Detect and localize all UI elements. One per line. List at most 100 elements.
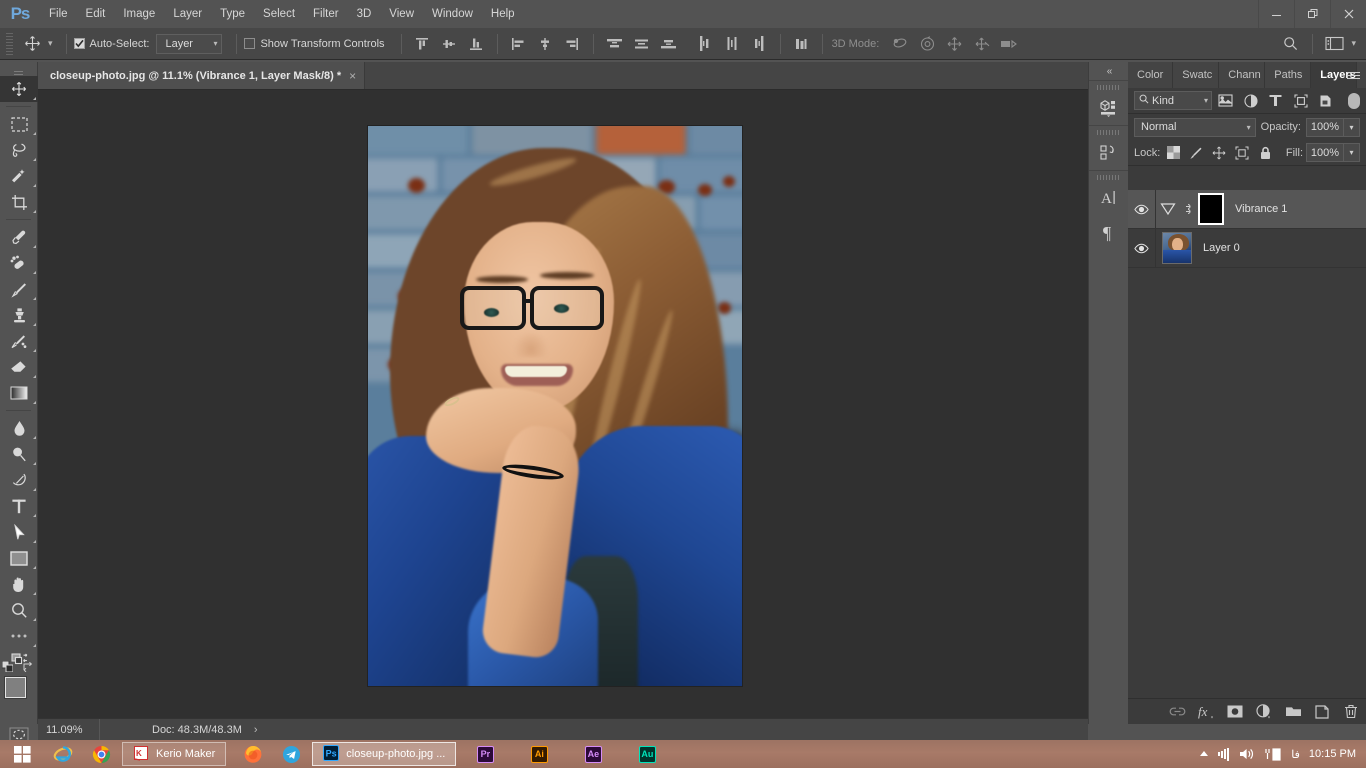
- distribute-top-edges-button[interactable]: [601, 32, 628, 56]
- layer-mask-thumbnail[interactable]: [1198, 193, 1224, 225]
- edit-toolbar-more-button[interactable]: [0, 623, 38, 649]
- dock-grip[interactable]: [1089, 81, 1128, 91]
- battery-icon[interactable]: [1264, 747, 1282, 761]
- quick-selection-tool[interactable]: [0, 163, 38, 189]
- move-tool-icon[interactable]: [18, 32, 46, 56]
- zoom-3d-camera-icon[interactable]: [995, 32, 1022, 56]
- character-panel-icon[interactable]: A: [1089, 181, 1128, 215]
- tab-paths[interactable]: Paths: [1265, 62, 1312, 88]
- opacity-input[interactable]: 100%: [1306, 117, 1344, 137]
- new-group-button[interactable]: [1284, 703, 1302, 721]
- minimize-button[interactable]: [1258, 0, 1294, 28]
- layer-thumbnail-layer-0[interactable]: [1162, 232, 1192, 264]
- distribute-horizontal-centers-button[interactable]: [719, 32, 746, 56]
- align-left-edges-button[interactable]: [505, 32, 532, 56]
- filter-smart-objects-icon[interactable]: [1314, 91, 1337, 111]
- auto-align-layers-button[interactable]: [788, 32, 815, 56]
- network-signal-icon[interactable]: [1218, 747, 1230, 761]
- eyedropper-tool[interactable]: [0, 224, 38, 250]
- fill-input[interactable]: 100%: [1306, 143, 1344, 162]
- add-layer-mask-button[interactable]: [1226, 703, 1244, 721]
- menu-window[interactable]: Window: [423, 0, 482, 28]
- menu-help[interactable]: Help: [482, 0, 524, 28]
- menu-image[interactable]: Image: [114, 0, 164, 28]
- blend-mode-select[interactable]: Normal ▾: [1134, 117, 1256, 137]
- hand-tool[interactable]: [0, 571, 38, 597]
- spot-healing-brush-tool[interactable]: [0, 250, 38, 276]
- filter-pixel-layers-icon[interactable]: [1214, 91, 1237, 111]
- roll-3d-camera-icon[interactable]: [914, 32, 941, 56]
- rectangle-tool[interactable]: [0, 545, 38, 571]
- pen-tool[interactable]: [0, 467, 38, 493]
- lock-transparent-pixels-button[interactable]: [1163, 143, 1183, 163]
- audition-icon[interactable]: Au: [628, 740, 666, 768]
- zoom-tool[interactable]: [0, 597, 38, 623]
- start-button[interactable]: [0, 740, 44, 768]
- dock-grip[interactable]: [1089, 171, 1128, 181]
- slide-3d-camera-icon[interactable]: [968, 32, 995, 56]
- clone-stamp-tool[interactable]: [0, 302, 38, 328]
- fill-slider-caret[interactable]: ▾: [1344, 143, 1360, 162]
- layer-mask-link-icon[interactable]: [1180, 202, 1196, 216]
- workspace-switcher-button[interactable]: [1321, 32, 1349, 56]
- new-layer-button[interactable]: [1313, 703, 1331, 721]
- menu-filter[interactable]: Filter: [304, 0, 348, 28]
- path-selection-tool[interactable]: [0, 519, 38, 545]
- new-adjustment-layer-button[interactable]: [1255, 703, 1273, 721]
- eraser-tool[interactable]: [0, 354, 38, 380]
- chevron-right-icon[interactable]: ›: [254, 724, 258, 736]
- tab-channels[interactable]: Chann: [1219, 62, 1266, 88]
- history-brush-tool[interactable]: [0, 328, 38, 354]
- add-layer-style-button[interactable]: fx: [1197, 703, 1215, 721]
- tab-swatches[interactable]: Swatc: [1173, 62, 1220, 88]
- paragraph-panel-icon[interactable]: ¶: [1089, 215, 1128, 249]
- lock-artboard-nesting-button[interactable]: [1232, 143, 1252, 163]
- dodge-tool[interactable]: [0, 441, 38, 467]
- align-bottom-edges-button[interactable]: [463, 32, 490, 56]
- illustrator-icon[interactable]: Ai: [520, 740, 558, 768]
- taskbar-window-kerio-maker[interactable]: K Kerio Maker: [122, 742, 227, 766]
- dock-grip[interactable]: [1089, 126, 1128, 136]
- brush-tool[interactable]: [0, 276, 38, 302]
- tools-panel-grip[interactable]: [0, 66, 37, 76]
- close-icon[interactable]: ×: [349, 69, 356, 83]
- menu-layer[interactable]: Layer: [164, 0, 211, 28]
- horizontal-type-tool[interactable]: [0, 493, 38, 519]
- filter-kind-select[interactable]: Kind ▾: [1134, 91, 1212, 110]
- tab-color[interactable]: Color: [1128, 62, 1174, 88]
- after-effects-icon[interactable]: Ae: [574, 740, 612, 768]
- blur-tool[interactable]: [0, 415, 38, 441]
- align-horizontal-centers-button[interactable]: [532, 32, 559, 56]
- show-hidden-icons-button[interactable]: [1199, 750, 1209, 758]
- menu-type[interactable]: Type: [211, 0, 254, 28]
- menu-3d[interactable]: 3D: [348, 0, 381, 28]
- menu-file[interactable]: File: [40, 0, 77, 28]
- filter-type-layers-icon[interactable]: [1264, 91, 1287, 111]
- orbit-3d-camera-icon[interactable]: [887, 32, 914, 56]
- premiere-pro-icon[interactable]: Pr: [466, 740, 504, 768]
- lock-all-button[interactable]: [1255, 143, 1275, 163]
- google-chrome-icon[interactable]: [82, 740, 120, 768]
- distribute-vertical-centers-button[interactable]: [628, 32, 655, 56]
- firefox-icon[interactable]: [234, 740, 272, 768]
- layer-row-vibrance-1[interactable]: Vibrance 1: [1128, 190, 1366, 229]
- layer-visibility-toggle-layer-0[interactable]: [1128, 229, 1156, 267]
- auto-select-checkbox[interactable]: [73, 38, 85, 49]
- timeline-panel-icon[interactable]: [1089, 136, 1128, 170]
- lock-image-pixels-button[interactable]: [1186, 143, 1206, 163]
- layer-row-layer-0[interactable]: Layer 0: [1128, 229, 1366, 268]
- lasso-tool[interactable]: [0, 137, 38, 163]
- foreground-color-swatch[interactable]: [5, 677, 26, 698]
- 3d-panel-icon[interactable]: [1089, 91, 1128, 125]
- opacity-slider-caret[interactable]: ▾: [1344, 117, 1360, 137]
- align-right-edges-button[interactable]: [559, 32, 586, 56]
- show-transform-checkbox[interactable]: [244, 38, 256, 49]
- auto-select-scope-select[interactable]: Layer ▾: [156, 33, 223, 54]
- workspace-caret[interactable]: ▾: [1349, 38, 1362, 49]
- volume-icon[interactable]: [1239, 747, 1255, 761]
- close-button[interactable]: [1330, 0, 1366, 28]
- taskbar-window-photoshop[interactable]: Ps closeup-photo.jpg ...: [312, 742, 457, 766]
- pan-3d-camera-icon[interactable]: [941, 32, 968, 56]
- layer-name-vibrance-1[interactable]: Vibrance 1: [1235, 203, 1287, 215]
- layer-name-layer-0[interactable]: Layer 0: [1203, 242, 1240, 254]
